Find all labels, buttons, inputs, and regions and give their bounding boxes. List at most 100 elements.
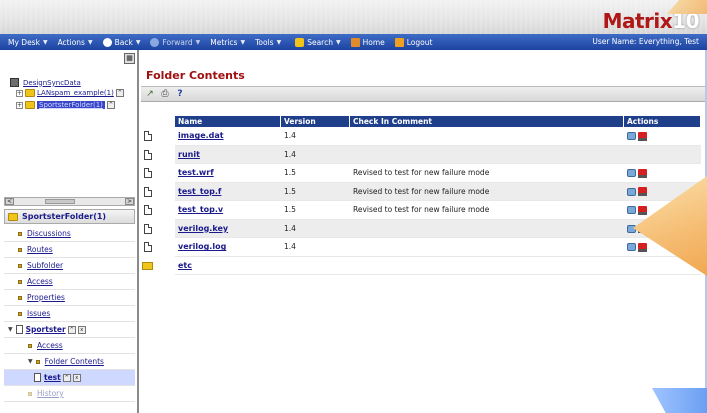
file-link[interactable]: image.dat — [178, 131, 224, 140]
tree-node-sportster[interactable]: + SportsterFolder(1) ^ — [16, 101, 115, 109]
nav-label: Logout — [406, 37, 433, 47]
collapse-panel-button[interactable]: ▦ — [124, 53, 135, 64]
version-cell: 1.5 — [284, 168, 296, 178]
checkout-icon[interactable]: ↗ — [145, 89, 155, 99]
menu-item-discussions[interactable]: Discussions — [4, 226, 135, 242]
menu-link[interactable]: Issues — [27, 309, 50, 318]
menu-item-issues[interactable]: Issues — [4, 306, 135, 322]
menu-link[interactable]: Folder Contents — [45, 357, 104, 366]
view-icon[interactable] — [627, 243, 636, 251]
menu-link[interactable]: Routes — [27, 245, 53, 254]
folder-icon — [25, 89, 35, 97]
folder-link[interactable]: etc — [178, 261, 192, 270]
nav-actions[interactable]: Actions ▼ — [58, 38, 93, 47]
main-content: Folder Contents ↗ ⎙ ? Name Version Check… — [141, 50, 707, 413]
file-link[interactable]: test.wrf — [178, 168, 214, 177]
menu-item-subfolder[interactable]: Subfolder — [4, 258, 135, 274]
view-icon[interactable] — [627, 169, 636, 177]
download-icon[interactable] — [638, 131, 647, 141]
menu-link[interactable]: Subfolder — [27, 261, 63, 270]
table-row: verilog.log 1.4 — [144, 238, 701, 257]
nav-search[interactable]: Search ▼ — [295, 37, 341, 47]
menu-item-history[interactable]: History — [4, 386, 135, 402]
view-icon[interactable] — [627, 206, 636, 214]
main-navbar: My Desk ▼ Actions ▼ Back ▼ Forward ▼ Metrics… — [0, 34, 707, 50]
file-link[interactable]: runit — [178, 150, 200, 159]
file-link[interactable]: test_top.f — [178, 187, 221, 196]
nav-my-desk[interactable]: My Desk ▼ — [8, 38, 48, 47]
node-menu-icon[interactable]: ^ — [67, 325, 76, 334]
node-menu-icon[interactable]: ^ — [115, 89, 124, 97]
top-banner: Matrix10 — [0, 0, 707, 34]
menu-item-folder-contents[interactable]: ▼ Folder Contents — [4, 354, 135, 370]
scroll-right-icon[interactable]: > — [125, 198, 134, 205]
download-icon[interactable] — [638, 168, 647, 178]
menu-link[interactable]: History — [37, 389, 64, 398]
tree-root-label: DesignSyncData — [23, 78, 81, 87]
view-icon[interactable] — [627, 187, 636, 196]
menu-item-sportster[interactable]: ▼ Sportster ^ x — [4, 322, 135, 338]
menu-link[interactable]: Sportster — [26, 325, 66, 334]
close-icon[interactable]: x — [72, 373, 81, 382]
nav-forward[interactable]: Forward ▼ — [150, 37, 201, 47]
nav-tools[interactable]: Tools ▼ — [255, 38, 281, 47]
actions-cell — [624, 168, 701, 178]
table-row: verilog.key 1.4 — [144, 219, 701, 238]
tree-root[interactable]: DesignSyncData — [10, 78, 81, 87]
bullet-icon — [18, 295, 22, 300]
menu-link[interactable]: test — [44, 373, 61, 382]
nav-back[interactable]: Back ▼ — [102, 37, 140, 47]
column-header-comment[interactable]: Check In Comment — [350, 116, 624, 127]
caret-down-icon: ▼ — [240, 38, 246, 46]
view-icon[interactable] — [627, 132, 636, 140]
bullet-icon — [18, 263, 22, 268]
node-menu-icon[interactable]: ^ — [106, 101, 115, 109]
version-cell: 1.4 — [284, 131, 296, 141]
comment-cell: Revised to test for new failure mode — [353, 168, 490, 178]
column-header-version[interactable]: Version — [281, 116, 350, 127]
nav-label: Home — [362, 37, 385, 47]
menu-item-properties[interactable]: Properties — [4, 290, 135, 306]
caret-down-icon: ▼ — [195, 38, 201, 46]
table-row: test_top.f 1.5 Revised to test for new f… — [144, 182, 701, 201]
file-link[interactable]: test_top.v — [178, 205, 223, 214]
print-icon[interactable]: ⎙ — [160, 89, 170, 99]
menu-item-routes[interactable]: Routes — [4, 242, 135, 258]
help-icon[interactable]: ? — [175, 89, 185, 99]
download-icon[interactable] — [638, 242, 647, 252]
nav-logout[interactable]: Logout — [394, 37, 433, 47]
menu-link[interactable]: Access — [27, 277, 53, 286]
bullet-icon — [28, 343, 32, 348]
expanded-triangle-icon[interactable]: ▼ — [8, 326, 13, 333]
tree-node-lanspam[interactable]: + LANspam_example(1) ^ — [16, 89, 124, 97]
nav-label: Tools — [255, 37, 274, 47]
node-menu-icon[interactable]: ^ — [62, 373, 71, 382]
nav-label: Back — [114, 37, 133, 47]
download-icon[interactable] — [638, 205, 647, 215]
column-header-name[interactable]: Name — [175, 116, 281, 127]
comment-cell: Revised to test for new failure mode — [353, 186, 490, 196]
menu-item-access[interactable]: Access — [4, 274, 135, 290]
scroll-thumb[interactable] — [45, 199, 75, 204]
download-icon[interactable] — [638, 187, 647, 196]
menu-link[interactable]: Properties — [27, 293, 65, 302]
context-header[interactable]: SportsterFolder(1) — [4, 209, 135, 224]
menu-item-child-access[interactable]: Access — [4, 338, 135, 354]
expanded-triangle-icon[interactable]: ▼ — [28, 358, 33, 365]
nav-home[interactable]: Home — [350, 37, 385, 47]
file-link[interactable]: verilog.key — [178, 224, 228, 233]
expand-icon[interactable]: + — [16, 101, 23, 109]
page-title: Folder Contents — [146, 69, 245, 82]
menu-item-test[interactable]: test ^ x — [4, 370, 135, 386]
horizontal-scrollbar[interactable]: < > — [4, 197, 135, 206]
expand-icon[interactable]: + — [16, 89, 23, 97]
file-link[interactable]: verilog.log — [178, 242, 226, 251]
close-icon[interactable]: x — [77, 325, 86, 334]
menu-link[interactable]: Discussions — [27, 229, 71, 238]
banner-texture — [0, 0, 707, 34]
tree-node-label: SportsterFolder(1) — [37, 101, 105, 109]
scroll-left-icon[interactable]: < — [5, 198, 14, 205]
version-cell: 1.5 — [284, 205, 296, 215]
menu-link[interactable]: Access — [37, 341, 63, 350]
nav-metrics[interactable]: Metrics ▼ — [210, 38, 245, 47]
